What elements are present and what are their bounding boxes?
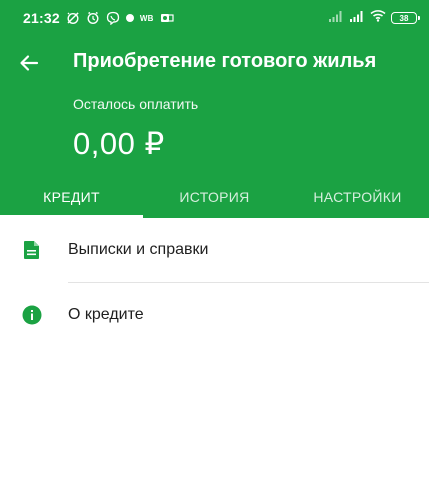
tab-bar: КРЕДИТ ИСТОРИЯ НАСТРОЙКИ [0,176,429,218]
menu-item-label: Выписки и справки [68,241,209,258]
menu-list: Выписки и справки О кредите [0,218,429,347]
signal-icon [349,9,365,27]
info-icon [22,305,42,325]
alarm-icon [86,11,100,25]
no-alarm-icon [66,11,80,25]
tab-credit[interactable]: КРЕДИТ [0,176,143,218]
arrow-left-icon [20,55,39,71]
signal-icon [328,9,344,27]
remaining-label: Осталось оплатить [73,96,199,112]
carrier-badge: WB [139,13,154,23]
dot-icon [125,14,134,22]
document-icon [22,240,42,260]
tab-history[interactable]: ИСТОРИЯ [143,176,286,218]
remaining-amount: 0,00 ₽ [73,126,165,161]
menu-item-about-credit[interactable]: О кредите [0,283,429,347]
battery-icon: 38 [391,12,420,24]
page-title: Приобретение готового жилья [73,50,377,72]
status-time: 21:32 [23,10,60,26]
wifi-icon [370,9,386,27]
status-bar: 21:32 WB 38 [0,0,429,36]
menu-item-statements[interactable]: Выписки и справки [0,218,429,282]
menu-item-label: О кредите [68,306,144,323]
outlook-icon [160,11,174,25]
tab-settings[interactable]: НАСТРОЙКИ [286,176,429,218]
back-button[interactable] [16,50,42,76]
viber-icon [106,11,120,26]
app-header: Приобретение готового жилья Осталось опл… [0,36,429,218]
